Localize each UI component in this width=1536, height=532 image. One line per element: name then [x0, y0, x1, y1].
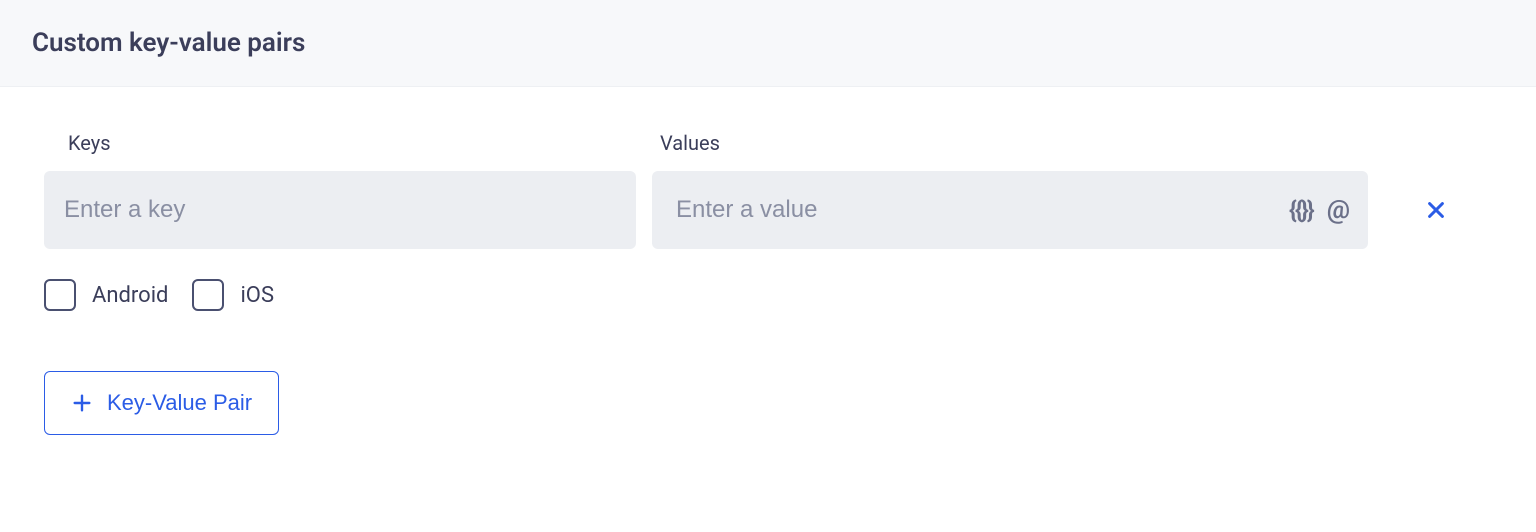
at-icon[interactable]: @	[1327, 195, 1350, 225]
checkbox-box-icon	[44, 279, 76, 311]
close-icon	[1425, 199, 1447, 221]
platform-checkboxes: Android iOS	[44, 279, 1492, 311]
ios-checkbox[interactable]: iOS	[192, 279, 274, 311]
values-column-label: Values	[652, 131, 1492, 155]
braces-icon[interactable]: {{}}	[1289, 196, 1313, 224]
plus-icon	[71, 392, 93, 414]
panel-header: Custom key-value pairs	[0, 0, 1536, 87]
add-kv-pair-button[interactable]: Key-Value Pair	[44, 371, 279, 435]
ios-checkbox-label: iOS	[240, 283, 274, 308]
android-checkbox-label: Android	[92, 283, 168, 308]
column-labels-row: Keys Values	[44, 131, 1492, 155]
value-input-icons: {{}} @	[1289, 195, 1350, 225]
kv-pair-row: {{}} @	[44, 171, 1492, 249]
checkbox-box-icon	[192, 279, 224, 311]
value-input[interactable]	[652, 171, 1368, 249]
key-input[interactable]	[44, 171, 636, 249]
android-checkbox[interactable]: Android	[44, 279, 168, 311]
add-kv-pair-label: Key-Value Pair	[107, 390, 252, 416]
remove-pair-button[interactable]	[1412, 186, 1460, 234]
keys-column-label: Keys	[44, 131, 636, 155]
panel-content: Keys Values {{}} @ Android iOS	[0, 87, 1536, 435]
value-input-wrap: {{}} @	[652, 171, 1368, 249]
panel-title: Custom key-value pairs	[32, 28, 1504, 58]
